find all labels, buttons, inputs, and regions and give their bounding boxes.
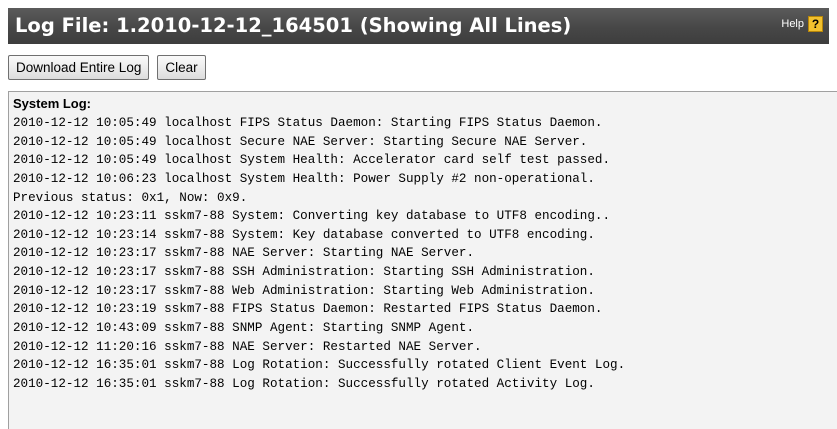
log-line: 2010-12-12 10:23:19 sskm7-88 FIPS Status… xyxy=(13,302,603,317)
log-line: 2010-12-12 16:35:01 sskm7-88 Log Rotatio… xyxy=(13,358,626,373)
log-line: Previous status: 0x1, Now: 0x9. xyxy=(13,190,248,205)
log-line: 2010-12-12 10:23:11 sskm7-88 System: Con… xyxy=(13,209,611,224)
clear-button[interactable]: Clear xyxy=(157,55,206,80)
help-icon[interactable]: ? xyxy=(808,16,823,32)
log-lines: 2010-12-12 10:05:49 localhost FIPS Statu… xyxy=(13,114,625,394)
log-line: 2010-12-12 10:23:14 sskm7-88 System: Key… xyxy=(13,227,595,242)
log-line: 2010-12-12 16:35:01 sskm7-88 Log Rotatio… xyxy=(13,376,595,391)
toolbar: Download Entire Log Clear xyxy=(8,55,206,80)
log-line: 2010-12-12 10:05:49 localhost Secure NAE… xyxy=(13,134,588,149)
help-label[interactable]: Help xyxy=(781,17,804,31)
log-line: 2010-12-12 10:23:17 sskm7-88 Web Adminis… xyxy=(13,283,595,298)
title-bar: Log File: 1.2010-12-12_164501 (Showing A… xyxy=(8,8,829,44)
log-line: 2010-12-12 11:20:16 sskm7-88 NAE Server:… xyxy=(13,339,482,354)
log-heading: System Log: xyxy=(13,96,92,111)
download-entire-log-button[interactable]: Download Entire Log xyxy=(8,55,150,80)
log-file-page: Log File: 1.2010-12-12_164501 (Showing A… xyxy=(0,0,837,429)
log-line: 2010-12-12 10:43:09 sskm7-88 SNMP Agent:… xyxy=(13,321,475,336)
log-panel[interactable]: System Log: 2010-12-12 10:05:49 localhos… xyxy=(8,91,837,429)
log-line: 2010-12-12 10:05:49 localhost FIPS Statu… xyxy=(13,116,603,130)
page-title: Log File: 1.2010-12-12_164501 (Showing A… xyxy=(15,14,572,37)
help-link[interactable]: Help ? xyxy=(781,16,823,32)
log-line: 2010-12-12 10:06:23 localhost System Hea… xyxy=(13,171,595,186)
log-line: 2010-12-12 10:23:17 sskm7-88 NAE Server:… xyxy=(13,246,475,261)
log-line: 2010-12-12 10:05:49 localhost System Hea… xyxy=(13,153,611,168)
log-line: 2010-12-12 10:23:17 sskm7-88 SSH Adminis… xyxy=(13,265,595,280)
